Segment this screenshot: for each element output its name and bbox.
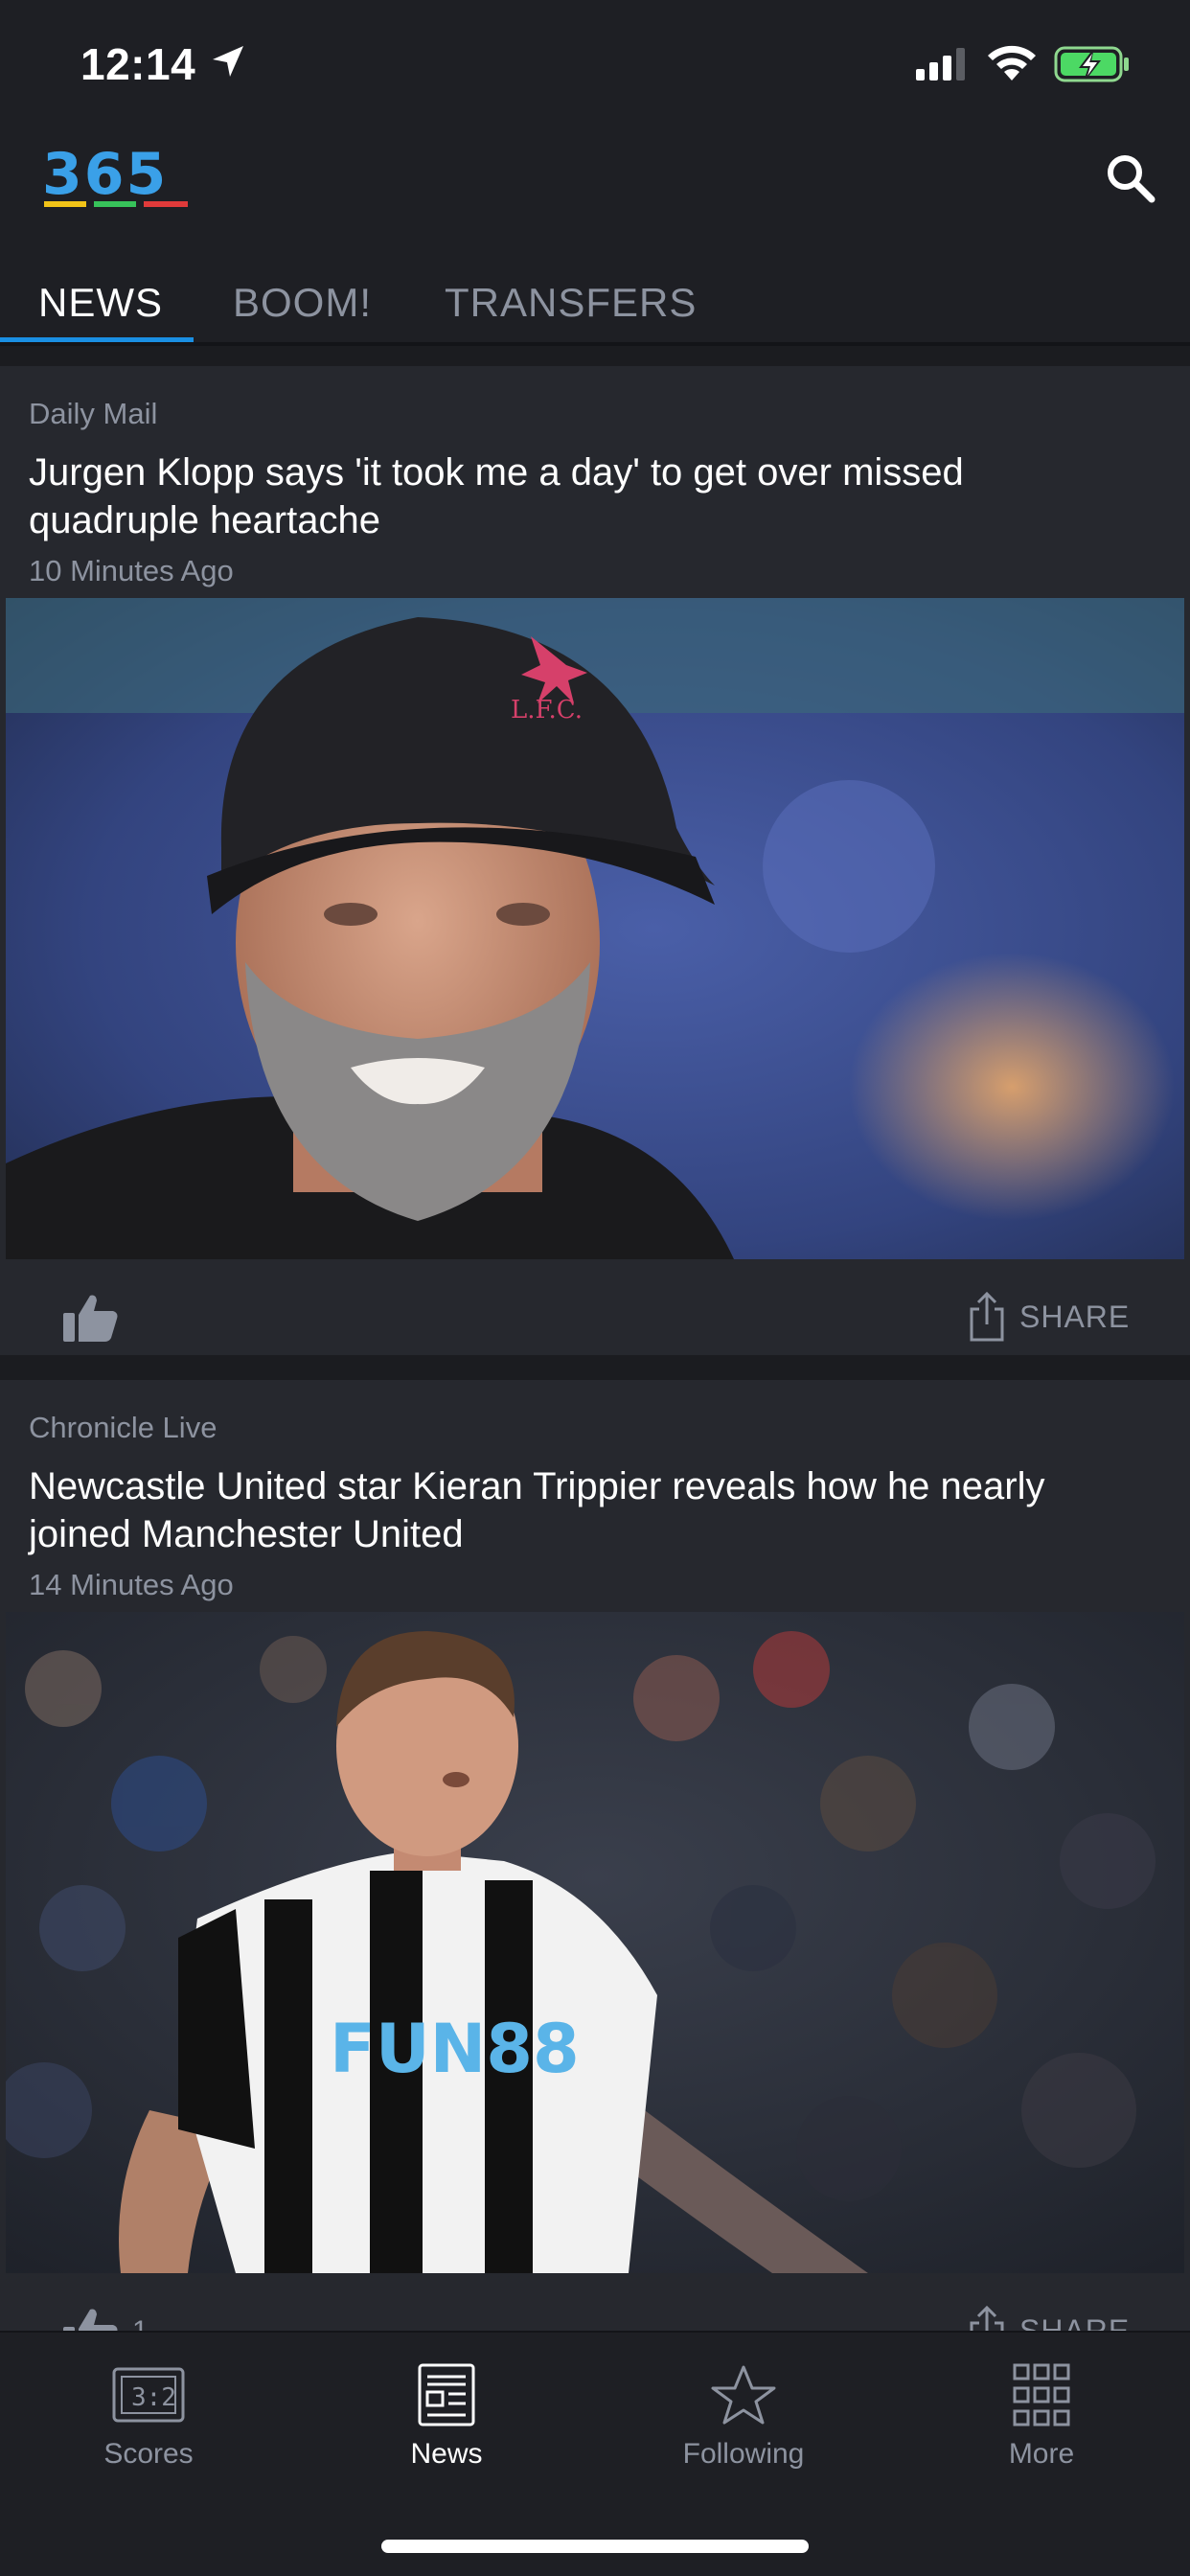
- nav-following[interactable]: Following: [648, 2361, 839, 2471]
- tab-transfers[interactable]: TRANSFERS: [445, 280, 697, 326]
- nav-label: Scores: [103, 2438, 194, 2470]
- nav-label: Following: [682, 2438, 805, 2470]
- article-source: Chronicle Live: [29, 1411, 217, 1444]
- status-bar: 12:14: [0, 0, 1190, 125]
- article-time: 14 Minutes Ago: [29, 1568, 234, 1601]
- article-card[interactable]: Daily Mail Jurgen Klopp says 'it took me…: [0, 366, 1190, 1355]
- battery-charging-icon: [1054, 46, 1129, 82]
- news-feed[interactable]: Daily Mail Jurgen Klopp says 'it took me…: [0, 347, 1190, 2331]
- article-image[interactable]: L.F.C.: [6, 598, 1184, 1259]
- location-arrow-icon: [213, 46, 243, 77]
- article-time: 10 Minutes Ago: [29, 554, 234, 587]
- status-time: 12:14: [80, 39, 196, 89]
- cellular-signal-icon: [916, 48, 965, 80]
- article-title[interactable]: Jurgen Klopp says 'it took me a day' to …: [29, 448, 1140, 544]
- article-card[interactable]: Chronicle Live Newcastle United star Kie…: [0, 1380, 1190, 2331]
- share-label: SHARE: [1019, 1299, 1131, 1334]
- share-icon: [970, 1292, 1004, 1342]
- article-source: Daily Mail: [29, 397, 158, 430]
- wifi-icon: [988, 45, 1036, 80]
- nav-label: More: [1008, 2438, 1075, 2470]
- search-icon[interactable]: [1104, 151, 1157, 205]
- nav-more[interactable]: More: [946, 2361, 1137, 2471]
- nav-news[interactable]: News: [351, 2361, 542, 2471]
- tab-news[interactable]: NEWS: [38, 280, 163, 326]
- article-actions: 1 SHARE: [0, 2273, 1190, 2331]
- nav-scores[interactable]: 3:2 Scores: [53, 2361, 244, 2471]
- app-logo[interactable]: 365: [42, 144, 195, 213]
- thumbs-up-icon[interactable]: [61, 1292, 119, 1344]
- share-icon: [970, 2306, 1004, 2331]
- svg-text:FUN88: FUN88: [330, 2010, 580, 2088]
- share-label: SHARE: [1019, 2312, 1131, 2332]
- home-indicator[interactable]: [381, 2540, 809, 2553]
- section-tabs: NEWS BOOM! TRANSFERS: [0, 268, 1190, 343]
- star-icon: [711, 2365, 776, 2425]
- grid-icon: [1013, 2363, 1070, 2426]
- header-divider: [0, 342, 1190, 346]
- article-actions: SHARE: [0, 1259, 1190, 1355]
- share-button[interactable]: SHARE: [968, 1290, 1130, 1344]
- article-title[interactable]: Newcastle United star Kieran Trippier re…: [29, 1462, 1140, 1558]
- share-button[interactable]: SHARE: [968, 2304, 1130, 2331]
- svg-text:3:2: 3:2: [131, 2383, 176, 2412]
- article-image[interactable]: FUN88: [6, 1612, 1184, 2273]
- nav-label: News: [410, 2438, 483, 2470]
- tab-boom[interactable]: BOOM!: [233, 280, 372, 326]
- svg-text:L.F.C.: L.F.C.: [511, 696, 583, 724]
- logo-text: 365: [42, 144, 168, 208]
- scores-icon: 3:2: [112, 2367, 185, 2423]
- thumbs-up-icon[interactable]: [61, 2306, 119, 2331]
- like-count: 1: [132, 2315, 149, 2331]
- news-icon: [418, 2363, 475, 2426]
